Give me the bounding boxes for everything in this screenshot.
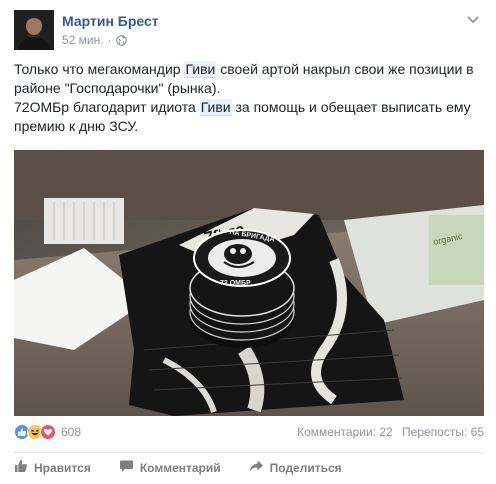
author-name[interactable]: Мартин Брест xyxy=(62,13,159,29)
comment-button-label: Комментарий xyxy=(139,460,221,475)
text-segment: за помощь и обещает выписать ему xyxy=(231,99,471,115)
thumbs-up-icon xyxy=(14,459,34,476)
mention-link[interactable]: Гиви xyxy=(184,61,217,78)
post-text: Только что мегакомандир Гиви своей артой… xyxy=(14,60,484,136)
love-reaction-icon xyxy=(40,424,56,440)
avatar[interactable] xyxy=(14,10,54,50)
chevron-down-icon[interactable] xyxy=(466,12,480,24)
mention-link[interactable]: Гиви xyxy=(199,99,232,116)
post-time[interactable]: 52 мин. xyxy=(62,33,104,47)
text-segment: 72ОМБр благодарит идиота xyxy=(14,99,200,115)
post-photo[interactable]: organic 72-га ЧОРНА БРИГАДА 72 ОМБР xyxy=(14,150,484,416)
share-icon xyxy=(249,459,270,476)
patch-bottom-label: 72 ОМБР xyxy=(220,280,251,287)
post-text-line: премию к дню ЗСУ. xyxy=(14,118,139,134)
reactions-count: 608 xyxy=(61,425,82,439)
action-bar: Нравится Комментарий Поделиться xyxy=(14,452,484,482)
like-button[interactable]: Нравится xyxy=(14,459,91,476)
post-meta: 52 мин. · xyxy=(62,33,127,47)
like-button-label: Нравится xyxy=(34,460,91,475)
post-text-line: Только что мегакомандир Гиви своей артой… xyxy=(14,60,484,79)
reactions-summary[interactable]: 608 xyxy=(14,424,81,440)
share-button-label: Поделиться xyxy=(269,460,342,475)
comment-button[interactable]: Комментарий xyxy=(119,459,221,476)
shares-count[interactable]: Перепосты: 65 xyxy=(402,425,484,439)
post-text-line: 72ОМБр благодарит идиота Гиви за помощь … xyxy=(14,98,484,117)
meta-separator: · xyxy=(107,33,112,47)
globe-icon[interactable] xyxy=(115,34,127,46)
comments-count[interactable]: Комментарии: 22 xyxy=(297,425,393,439)
share-button[interactable]: Поделиться xyxy=(249,459,342,476)
comment-icon xyxy=(119,459,140,476)
post-text-line: районе "Господарочки" (рынка). xyxy=(14,80,221,96)
post-stats: 608 Комментарии: 22 Перепосты: 65 xyxy=(14,424,484,444)
text-segment: Только что мегакомандир xyxy=(14,61,185,77)
text-segment: своей артой накрыл свои же позиции в xyxy=(216,61,474,77)
stats-right: Комментарии: 22 Перепосты: 65 xyxy=(297,425,484,439)
post-header: Мартин Брест 52 мин. · xyxy=(14,10,486,50)
